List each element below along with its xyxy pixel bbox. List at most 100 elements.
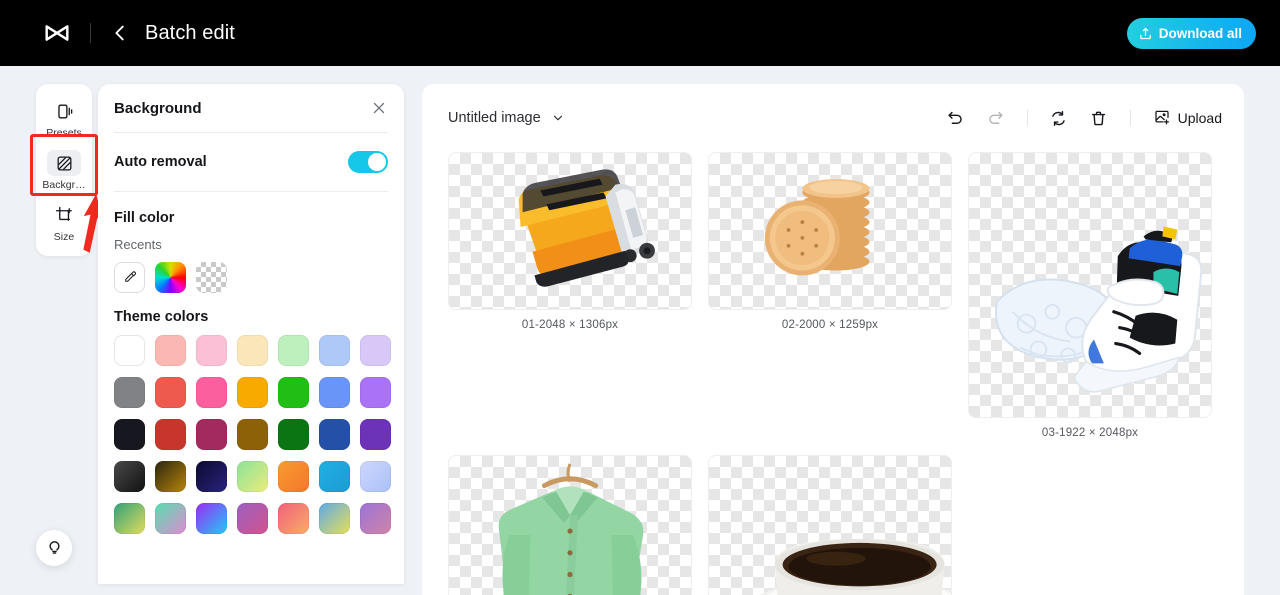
image-card[interactable] <box>708 455 952 595</box>
coffee-cup-artwork <box>759 538 951 595</box>
image-thumbnail-toaster[interactable] <box>448 152 692 310</box>
capcut-logo-icon <box>42 18 72 48</box>
transparent-swatch[interactable] <box>196 262 227 293</box>
theme-color-swatch[interactable] <box>155 335 186 366</box>
theme-color-swatch[interactable] <box>278 335 309 366</box>
theme-color-swatch[interactable] <box>155 377 186 408</box>
theme-color-swatch[interactable] <box>196 461 227 492</box>
header-divider <box>90 23 91 43</box>
theme-colors-grid <box>114 335 391 534</box>
panel-divider-2 <box>114 191 388 192</box>
theme-color-swatch[interactable] <box>155 419 186 450</box>
crop-size-icon <box>47 202 81 228</box>
theme-color-swatch[interactable] <box>360 419 391 450</box>
fill-color-label: Fill color <box>114 210 175 226</box>
upload-label: Upload <box>1177 110 1222 126</box>
close-icon[interactable] <box>370 99 388 117</box>
image-add-icon <box>1153 108 1171 129</box>
help-button[interactable] <box>36 530 72 566</box>
lightbulb-icon <box>45 536 64 560</box>
chevron-down-icon[interactable] <box>551 111 565 125</box>
background-icon <box>47 150 81 176</box>
theme-color-swatch[interactable] <box>360 461 391 492</box>
redo-button[interactable] <box>983 105 1009 131</box>
panel-header: Background <box>114 84 388 132</box>
theme-color-swatch[interactable] <box>114 377 145 408</box>
eyedropper-swatch[interactable] <box>114 262 145 293</box>
theme-color-swatch[interactable] <box>319 461 350 492</box>
toaster-artwork <box>518 169 655 287</box>
download-all-button[interactable]: Download all <box>1126 18 1256 49</box>
image-thumbnail-green-shirt[interactable] <box>448 455 692 595</box>
sneakers-artwork <box>994 226 1203 393</box>
left-tool-rail: Presets Backgr… Size <box>36 84 92 256</box>
theme-color-swatch[interactable] <box>196 419 227 450</box>
theme-color-swatch[interactable] <box>196 335 227 366</box>
auto-removal-row: Auto removal <box>114 133 388 191</box>
document-name[interactable]: Untitled image <box>448 110 541 126</box>
upload-button[interactable]: Upload <box>1153 108 1222 129</box>
theme-color-swatch[interactable] <box>319 503 350 534</box>
theme-color-swatch[interactable] <box>360 503 391 534</box>
sidebar-item-background-label: Backgr… <box>42 179 86 191</box>
sidebar-item-size-label: Size <box>53 231 75 243</box>
panel-title: Background <box>114 99 202 117</box>
theme-color-swatch[interactable] <box>237 419 268 450</box>
theme-color-swatch[interactable] <box>360 335 391 366</box>
canvas-toolbar: Untitled image Upload <box>422 84 1244 152</box>
theme-color-swatch[interactable] <box>237 335 268 366</box>
download-all-label: Download all <box>1158 26 1242 41</box>
theme-color-swatch[interactable] <box>114 461 145 492</box>
image-caption: 03-1922 × 2048px <box>1041 427 1139 439</box>
image-card[interactable]: 01-2048 × 1306px <box>448 152 692 331</box>
theme-color-swatch[interactable] <box>237 461 268 492</box>
delete-button[interactable] <box>1086 105 1112 131</box>
theme-color-swatch[interactable] <box>319 419 350 450</box>
auto-removal-toggle[interactable] <box>348 151 388 173</box>
theme-color-swatch[interactable] <box>319 377 350 408</box>
theme-color-swatch[interactable] <box>155 461 186 492</box>
theme-color-swatch[interactable] <box>196 377 227 408</box>
reprocess-button[interactable] <box>1046 105 1072 131</box>
theme-color-swatch[interactable] <box>114 335 145 366</box>
rainbow-swatch[interactable] <box>155 262 186 293</box>
sidebar-item-presets-label: Presets <box>46 127 82 139</box>
image-grid: 01-2048 × 1306px 02-2000 × 1259px 03-192… <box>422 152 1244 595</box>
sidebar-item-background[interactable]: Backgr… <box>40 144 88 194</box>
toggle-knob <box>368 153 386 171</box>
toolbar-divider-1 <box>1026 110 1028 126</box>
theme-color-swatch[interactable] <box>196 503 227 534</box>
auto-removal-label: Auto removal <box>114 154 207 170</box>
theme-color-swatch[interactable] <box>360 377 391 408</box>
chevron-left-icon[interactable] <box>109 22 131 44</box>
image-caption: 02-2000 × 1259px <box>781 319 879 331</box>
recents-label: Recents <box>114 237 162 252</box>
theme-color-swatch[interactable] <box>278 503 309 534</box>
theme-color-swatch[interactable] <box>278 419 309 450</box>
sidebar-item-presets[interactable]: Presets <box>40 92 88 142</box>
image-card[interactable]: 02-2000 × 1259px <box>708 152 952 331</box>
image-thumbnail-biscuits[interactable] <box>708 152 952 310</box>
theme-color-swatch[interactable] <box>319 335 350 366</box>
background-panel: Background Auto removal Fill color Recen… <box>98 84 404 584</box>
canvas-tool-group: Upload <box>943 105 1222 131</box>
theme-color-swatch[interactable] <box>114 503 145 534</box>
image-thumbnail-sneakers[interactable] <box>968 152 1212 418</box>
toolbar-divider-2 <box>1129 110 1131 126</box>
theme-color-swatch[interactable] <box>155 503 186 534</box>
theme-color-swatch[interactable] <box>114 419 145 450</box>
image-thumbnail-coffee-cup[interactable] <box>708 455 952 595</box>
theme-color-swatch[interactable] <box>237 503 268 534</box>
image-card[interactable]: 03-1922 × 2048px <box>968 152 1212 439</box>
theme-color-swatch[interactable] <box>278 461 309 492</box>
theme-colors-label: Theme colors <box>114 309 209 325</box>
undo-button[interactable] <box>943 105 969 131</box>
biscuits-artwork <box>764 179 870 276</box>
sidebar-item-size[interactable]: Size <box>40 196 88 246</box>
upload-arrow-icon <box>1138 26 1153 41</box>
recents-swatch-row <box>114 262 388 293</box>
page-title: Batch edit <box>145 21 235 44</box>
theme-color-swatch[interactable] <box>237 377 268 408</box>
image-card[interactable] <box>448 455 692 595</box>
theme-color-swatch[interactable] <box>278 377 309 408</box>
